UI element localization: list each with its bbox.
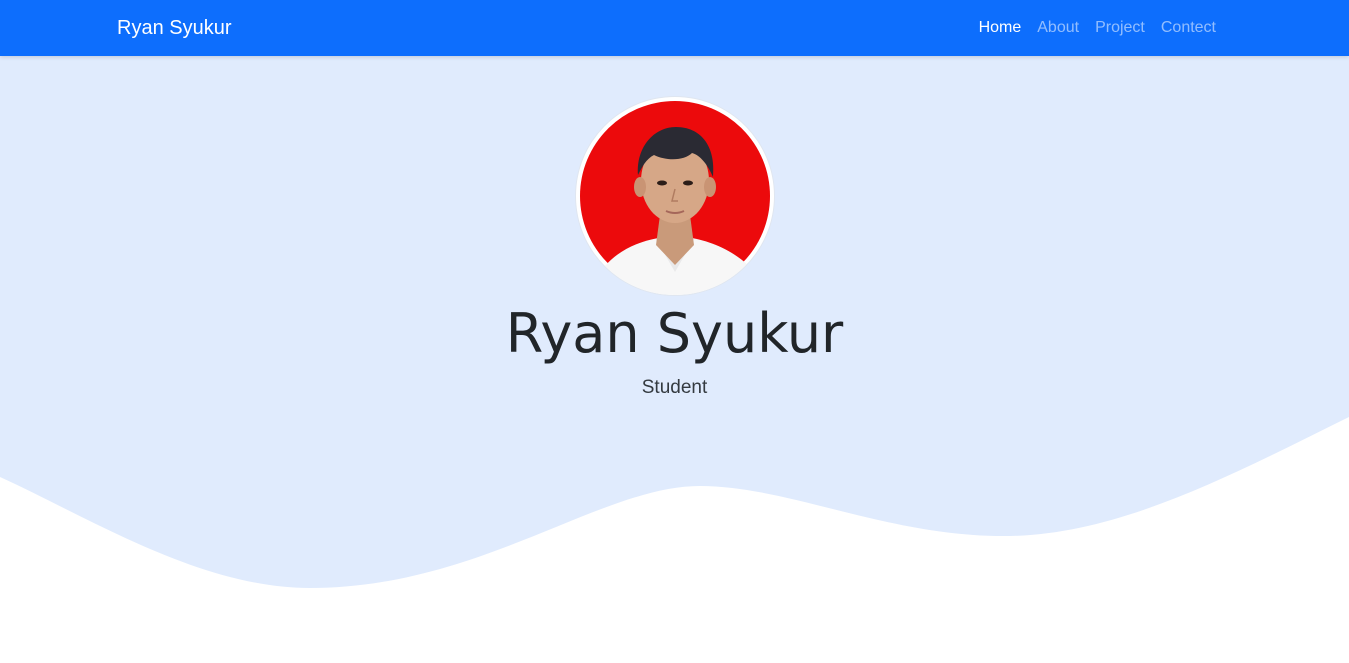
profile-photo-icon bbox=[580, 101, 770, 295]
navbar-brand[interactable]: Ryan Syukur bbox=[117, 16, 232, 40]
nav-link-contect[interactable]: Contect bbox=[1153, 17, 1224, 39]
hero-name: Ryan Syukur bbox=[505, 302, 844, 365]
nav-link-project[interactable]: Project bbox=[1087, 17, 1153, 39]
navbar: Ryan Syukur Home About Project Contect bbox=[0, 0, 1349, 56]
nav-links: Home About Project Contect bbox=[971, 17, 1224, 39]
profile-avatar bbox=[576, 97, 774, 295]
hero-subtitle: Student bbox=[641, 377, 708, 398]
nav-link-about[interactable]: About bbox=[1029, 17, 1087, 39]
page: Ryan Syukur Home About Project Contect R… bbox=[0, 0, 1349, 663]
nav-link-home[interactable]: Home bbox=[971, 17, 1030, 39]
